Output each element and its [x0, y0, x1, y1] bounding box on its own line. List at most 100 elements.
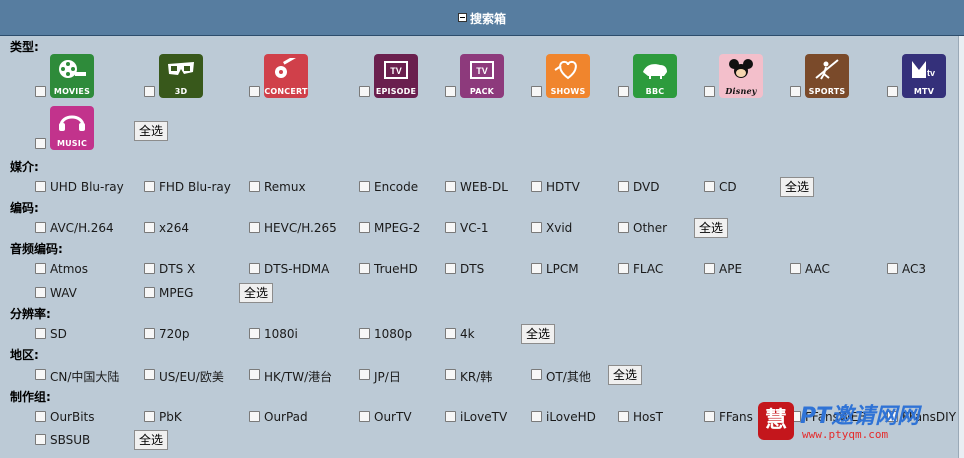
media-option-label[interactable]: UHD Blu-ray [50, 180, 124, 194]
resolution-option-label[interactable]: SD [50, 327, 67, 341]
codec-option-label[interactable]: Xvid [546, 221, 572, 235]
audio-option-label[interactable]: DTS-HDMA [264, 262, 329, 276]
audio-option-label[interactable]: AC3 [902, 262, 926, 276]
group-checkbox-ilovehd[interactable] [531, 411, 542, 422]
type-concert-tile[interactable]: CONCERT [264, 54, 308, 98]
type-disney-tile[interactable]: Disney [719, 54, 763, 98]
media-checkbox-hdtv[interactable] [531, 181, 542, 192]
media-option-label[interactable]: Encode [374, 180, 418, 194]
audio-checkbox-flac[interactable] [618, 263, 629, 274]
region-checkbox-cn[interactable] [35, 369, 46, 380]
region-checkbox-jp[interactable] [359, 369, 370, 380]
audio-checkbox-atmos[interactable] [35, 263, 46, 274]
type-checkbox-music[interactable] [35, 138, 46, 149]
codec-option-label[interactable]: AVC/H.264 [50, 221, 114, 235]
resolution-option-label[interactable]: 4k [460, 327, 475, 341]
group-checkbox-ilovetv[interactable] [445, 411, 456, 422]
codec-checkbox-other[interactable] [618, 222, 629, 233]
region-option-label[interactable]: CN/中国大陆 [50, 368, 119, 385]
media-option-label[interactable]: HDTV [546, 180, 580, 194]
codec-checkbox-mpeg-2[interactable] [359, 222, 370, 233]
audio-option-label[interactable]: MPEG [159, 286, 193, 300]
media-checkbox-encode[interactable] [359, 181, 370, 192]
type-checkbox-pack[interactable] [445, 86, 456, 97]
type-3d-tile[interactable]: 3D [159, 54, 203, 98]
type-shows-tile[interactable]: SHOWS [546, 54, 590, 98]
region-checkbox-kr[interactable] [445, 369, 456, 380]
type-select-all-button[interactable]: 全选 [134, 121, 169, 141]
resolution-checkbox-720p[interactable] [144, 328, 155, 339]
type-checkbox-shows[interactable] [531, 86, 542, 97]
codec-checkbox-x264[interactable] [144, 222, 155, 233]
type-checkbox-disney[interactable] [704, 86, 715, 97]
audio-option-label[interactable]: APE [719, 262, 742, 276]
region-option-label[interactable]: US/EU/欧美 [159, 368, 224, 385]
codec-option-label[interactable]: x264 [159, 221, 189, 235]
group-option-label[interactable]: SBSUB [50, 433, 90, 447]
type-sports-tile[interactable]: SPORTS [805, 54, 849, 98]
resolution-select-all-button[interactable]: 全选 [521, 324, 556, 344]
audio-checkbox-dts[interactable] [445, 263, 456, 274]
type-episode-tile[interactable]: TV EPISODE [374, 54, 418, 98]
audio-checkbox-dts-hdma[interactable] [249, 263, 260, 274]
codec-option-label[interactable]: VC-1 [460, 221, 489, 235]
region-checkbox-us-eu[interactable] [144, 369, 155, 380]
audio-option-label[interactable]: AAC [805, 262, 830, 276]
type-mtv-tile[interactable]: tv MTV [902, 54, 946, 98]
media-checkbox-remux[interactable] [249, 181, 260, 192]
type-checkbox-3d[interactable] [144, 86, 155, 97]
codec-select-all-button[interactable]: 全选 [694, 218, 729, 238]
audio-option-label[interactable]: TrueHD [374, 262, 418, 276]
group-checkbox-ourtv[interactable] [359, 411, 370, 422]
type-checkbox-sports[interactable] [790, 86, 801, 97]
type-checkbox-movies[interactable] [35, 86, 46, 97]
media-checkbox-web-dl[interactable] [445, 181, 456, 192]
audio-checkbox-truehd[interactable] [359, 263, 370, 274]
group-option-label[interactable]: iLoveTV [460, 410, 507, 424]
media-option-label[interactable]: CD [719, 180, 737, 194]
group-checkbox-host[interactable] [618, 411, 629, 422]
type-checkbox-concert[interactable] [249, 86, 260, 97]
region-checkbox-ot[interactable] [531, 369, 542, 380]
audio-checkbox-dts-x[interactable] [144, 263, 155, 274]
resolution-checkbox-1080p[interactable] [359, 328, 370, 339]
audio-checkbox-wav[interactable] [35, 287, 46, 298]
media-option-label[interactable]: WEB-DL [460, 180, 508, 194]
audio-option-label[interactable]: WAV [50, 286, 77, 300]
audio-select-all-button[interactable]: 全选 [239, 283, 274, 303]
audio-checkbox-aac[interactable] [790, 263, 801, 274]
collapse-icon[interactable] [457, 13, 467, 22]
resolution-option-label[interactable]: 720p [159, 327, 190, 341]
codec-option-label[interactable]: Other [633, 221, 667, 235]
group-select-all-button[interactable]: 全选 [134, 430, 169, 450]
region-option-label[interactable]: KR/韩 [460, 368, 492, 385]
type-checkbox-bbc[interactable] [618, 86, 629, 97]
group-option-label[interactable]: PbK [159, 410, 182, 424]
codec-option-label[interactable]: MPEG-2 [374, 221, 420, 235]
codec-checkbox-avc-h-264[interactable] [35, 222, 46, 233]
audio-checkbox-mpeg[interactable] [144, 287, 155, 298]
group-checkbox-pbk[interactable] [144, 411, 155, 422]
media-checkbox-uhd-blu-ray[interactable] [35, 181, 46, 192]
type-movies-tile[interactable]: MOVIES [50, 54, 94, 98]
media-option-label[interactable]: Remux [264, 180, 306, 194]
type-pack-tile[interactable]: TV PACK [460, 54, 504, 98]
type-bbc-tile[interactable]: BBC [633, 54, 677, 98]
audio-option-label[interactable]: DTS X [159, 262, 195, 276]
media-option-label[interactable]: DVD [633, 180, 659, 194]
type-checkbox-episode[interactable] [359, 86, 370, 97]
group-option-label[interactable]: FFans [719, 410, 753, 424]
group-option-label[interactable]: OurPad [264, 410, 308, 424]
media-select-all-button[interactable]: 全选 [780, 177, 815, 197]
audio-option-label[interactable]: DTS [460, 262, 484, 276]
media-checkbox-fhd-blu-ray[interactable] [144, 181, 155, 192]
group-option-label[interactable]: OurTV [374, 410, 412, 424]
resolution-option-label[interactable]: 1080p [374, 327, 412, 341]
audio-option-label[interactable]: Atmos [50, 262, 88, 276]
resolution-checkbox-4k[interactable] [445, 328, 456, 339]
region-option-label[interactable]: OT/其他 [546, 368, 591, 385]
group-option-label[interactable]: HosT [633, 410, 663, 424]
group-checkbox-ourbits[interactable] [35, 411, 46, 422]
audio-option-label[interactable]: LPCM [546, 262, 579, 276]
media-option-label[interactable]: FHD Blu-ray [159, 180, 231, 194]
